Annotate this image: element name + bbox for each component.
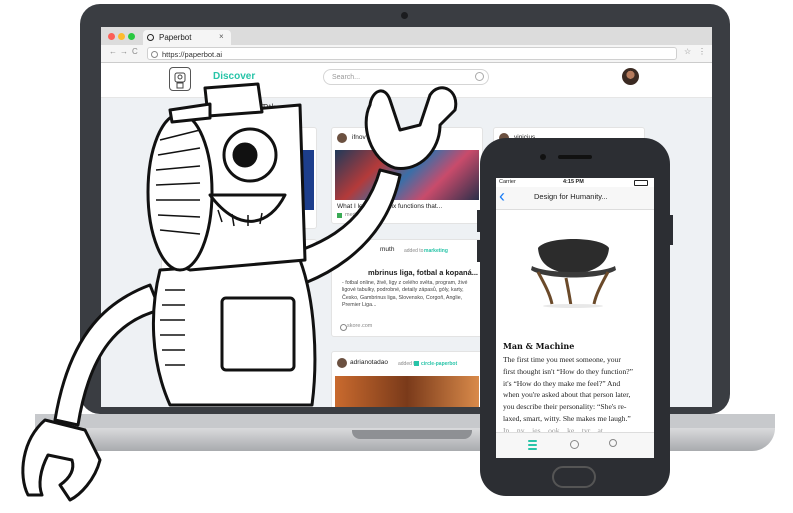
article-heading: Man & Machine (503, 341, 575, 351)
stack-tab-icon[interactable] (528, 440, 537, 450)
phone-speaker (558, 155, 592, 159)
article-line: it's “How do they make me feel?” And (503, 378, 621, 388)
article-line: The first time you meet someone, your (503, 355, 621, 364)
search-tab-icon[interactable] (570, 440, 579, 449)
back-chevron-icon[interactable]: ‹ (499, 186, 505, 206)
chair-image (531, 239, 616, 308)
article-line: first thought isn't “How do they functio… (503, 366, 634, 376)
article-nav-title: Design for Humanity... (534, 192, 608, 201)
robot-mascot-illustration (21, 82, 458, 502)
phone-camera (540, 154, 546, 160)
phone-screen: Carrier 4:15 PM ‹ Design for Humanity...… (496, 178, 654, 458)
user-avatar[interactable] (622, 68, 639, 85)
profile-tab-icon[interactable] (609, 439, 617, 447)
carrier-label: Carrier (499, 179, 516, 185)
status-time: 4:15 PM (563, 179, 584, 185)
browser-menu-icon[interactable]: ⋮ (698, 47, 706, 56)
battery-icon (634, 180, 648, 186)
article-line: laxed, smart, witty. She makes me laugh.… (503, 413, 631, 423)
article-line: you describe their personality: “She's r… (503, 402, 627, 412)
article-line: when you're asked about that person late… (503, 390, 631, 400)
article-body: The first time you meet someone, your fi… (503, 354, 651, 437)
bookmark-star-icon[interactable]: ☆ (684, 47, 691, 56)
phone-home-button[interactable] (552, 466, 596, 488)
